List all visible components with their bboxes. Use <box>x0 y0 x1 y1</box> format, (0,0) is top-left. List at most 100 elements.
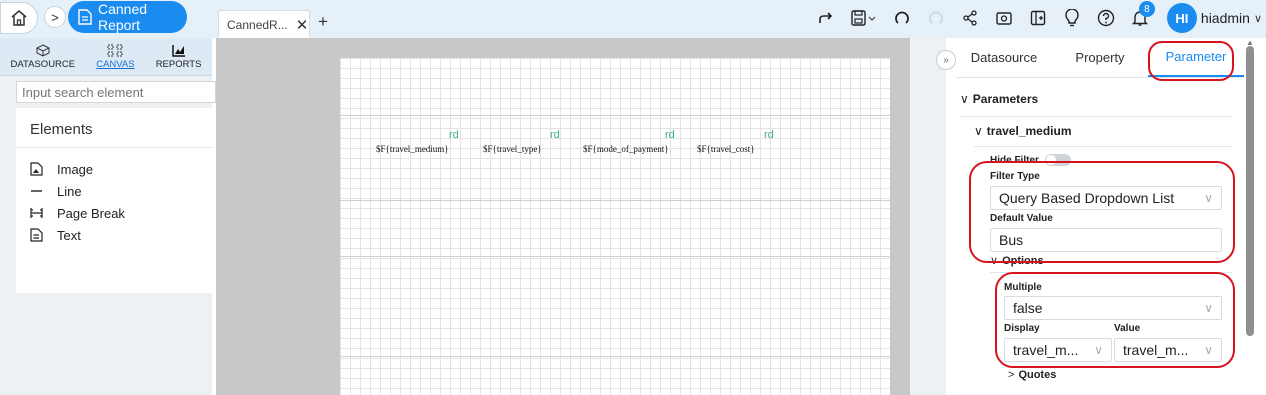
scrollbar[interactable] <box>1246 46 1254 336</box>
chevron-down-icon: ∨ <box>1204 191 1213 205</box>
add-tab-icon[interactable]: + <box>318 12 328 32</box>
field-marker: rd <box>449 129 459 141</box>
filter-type-label: Filter Type <box>990 171 1040 182</box>
filter-type-select[interactable]: Query Based Dropdown List ∨ <box>990 186 1222 210</box>
value-value: travel_m... <box>1123 342 1189 358</box>
chart-icon <box>171 44 185 57</box>
display-label: Display <box>1004 323 1040 334</box>
list-item-label: Page Break <box>57 205 125 221</box>
element-list: Image Line Page Break Text <box>16 148 212 246</box>
parameters-section[interactable]: ∨ Parameters <box>960 92 1038 106</box>
tab-datasource-panel[interactable]: Datasource <box>956 38 1052 77</box>
elements-panel: Elements Image Line Page Break Text <box>16 108 212 293</box>
band-divider <box>340 200 890 201</box>
filter-type-value: Query Based Dropdown List <box>999 190 1175 206</box>
list-item[interactable]: Image <box>16 158 212 180</box>
multiple-value: false <box>1013 300 1043 316</box>
chevron-down-icon: ∨ <box>1094 343 1103 357</box>
tab-datasource-label: DATASOURCE <box>10 58 76 70</box>
report-field[interactable]: $F{travel_medium} <box>376 144 449 154</box>
field-marker: rd <box>764 129 774 141</box>
toolbar: 8 HI hiadmin ∨ <box>809 0 1266 36</box>
display-value: travel_m... <box>1013 342 1079 358</box>
document-tab-label: CannedR... <box>227 17 288 32</box>
hide-filter-row: Hide Filter <box>990 154 1071 166</box>
property-tabs: Datasource Property Parameter <box>956 38 1244 78</box>
display-select[interactable]: travel_m... ∨ <box>1004 338 1112 362</box>
quotes-label: Quotes <box>1018 369 1057 381</box>
document-tab[interactable]: CannedR... ✕ <box>218 10 310 38</box>
collapse-panel-icon[interactable]: » <box>936 50 956 70</box>
tab-canvas-label: CANVAS <box>96 58 135 70</box>
report-field[interactable]: $F{mode_of_payment} <box>583 144 669 154</box>
divider <box>974 146 1232 147</box>
top-bar: > Canned Report CannedR... ✕ + 8 HI hiad… <box>0 0 1266 38</box>
breadcrumb-current[interactable]: Canned Report <box>68 1 187 33</box>
tab-reports[interactable]: REPORTS <box>155 44 202 70</box>
search-input[interactable] <box>16 81 216 103</box>
value-label: Value <box>1114 323 1141 334</box>
list-item[interactable]: Page Break <box>16 202 212 224</box>
cube-icon <box>35 43 50 57</box>
breadcrumb-title: Canned Report <box>98 1 148 33</box>
tab-property[interactable]: Property <box>1052 38 1148 77</box>
hide-filter-toggle[interactable] <box>1044 154 1071 166</box>
band-divider <box>340 256 890 257</box>
tab-datasource[interactable]: DATASOURCE <box>10 43 76 70</box>
left-tabs: DATASOURCE CANVAS REPORTS <box>0 38 212 76</box>
field-marker: rd <box>550 129 560 141</box>
tab-canvas[interactable]: CANVAS <box>96 44 135 70</box>
chevron-down-icon: ∨ <box>990 255 999 267</box>
report-page[interactable]: rd rd rd rd $F{travel_medium} $F{travel_… <box>340 58 890 395</box>
share-icon[interactable] <box>953 3 987 33</box>
value-select[interactable]: travel_m... ∨ <box>1114 338 1222 362</box>
chevron-down-icon[interactable]: ∨ <box>1254 12 1262 25</box>
default-value-input[interactable]: Bus <box>990 228 1222 252</box>
chevron-down-icon: ∨ <box>974 124 983 138</box>
preview-icon[interactable] <box>987 3 1021 33</box>
chevron-down-icon: ∨ <box>960 92 969 106</box>
chevron-down-icon: ∨ <box>1204 343 1213 357</box>
divider <box>990 272 1232 273</box>
report-icon <box>78 9 92 25</box>
lightbulb-icon[interactable] <box>1055 3 1089 33</box>
parameters-label: Parameters <box>972 92 1039 106</box>
help-icon[interactable] <box>1089 3 1123 33</box>
multiple-select[interactable]: false ∨ <box>1004 296 1222 320</box>
elements-title: Elements <box>16 108 212 148</box>
field-marker: rd <box>665 129 675 141</box>
quotes-section[interactable]: > Quotes <box>1008 369 1056 381</box>
username[interactable]: hiadmin <box>1201 10 1250 26</box>
divider <box>960 116 1232 117</box>
list-item[interactable]: Line <box>16 180 212 202</box>
param-name: travel_medium <box>986 124 1072 138</box>
tab-parameter[interactable]: Parameter <box>1148 38 1244 77</box>
undo-icon[interactable] <box>885 3 919 33</box>
param-section[interactable]: ∨ travel_medium <box>974 124 1072 138</box>
close-icon[interactable]: ✕ <box>296 16 309 34</box>
breadcrumb-chevron-icon[interactable]: > <box>44 6 66 28</box>
default-value-text: Bus <box>999 232 1024 248</box>
redo-icon[interactable] <box>919 3 953 33</box>
notification-badge: 8 <box>1138 1 1155 17</box>
tab-reports-label: REPORTS <box>155 58 202 70</box>
avatar[interactable]: HI <box>1166 3 1197 33</box>
options-section[interactable]: ∨ Options <box>990 254 1044 268</box>
hide-filter-label: Hide Filter <box>990 154 1039 166</box>
image-icon <box>30 162 43 176</box>
band-divider <box>340 356 890 357</box>
report-field[interactable]: $F{travel_cost} <box>697 144 755 154</box>
layout-icon[interactable] <box>1021 3 1055 33</box>
line-icon <box>31 190 42 192</box>
text-icon <box>30 228 43 242</box>
report-field[interactable]: $F{travel_type} <box>483 144 542 154</box>
multiple-label: Multiple <box>1004 282 1042 293</box>
chevron-down-icon: ∨ <box>1204 301 1213 315</box>
home-button[interactable] <box>0 2 38 34</box>
notification-button[interactable]: 8 <box>1123 1 1157 33</box>
save-dropdown-icon[interactable] <box>843 3 885 33</box>
chevron-right-icon: > <box>1008 369 1015 381</box>
list-item[interactable]: Text <box>16 224 212 246</box>
options-label: Options <box>1002 254 1044 267</box>
share-arrow-icon[interactable] <box>809 3 843 33</box>
